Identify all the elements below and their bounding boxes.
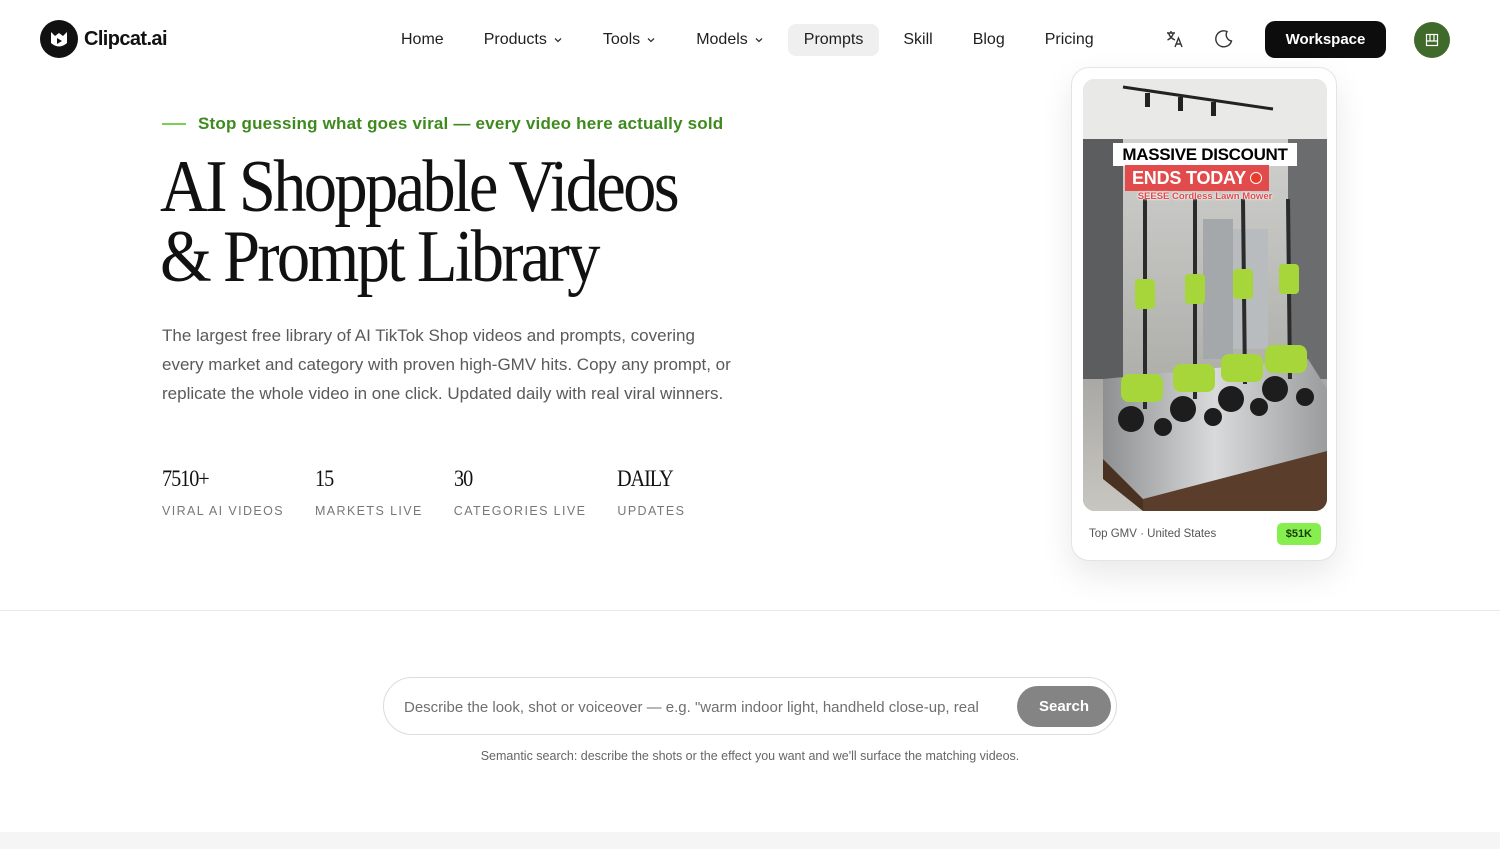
- main-menu: Home Products Tools Models Prompts Skill…: [385, 24, 1110, 56]
- chevron-down-icon: [755, 38, 763, 43]
- video-card-footer: Top GMV · United States $51K: [1089, 523, 1321, 545]
- stat-updates: DAILY UPDATES: [617, 466, 685, 518]
- search-button[interactable]: Search: [1017, 686, 1111, 727]
- brand-logo[interactable]: Clipcat.ai: [40, 20, 168, 58]
- search-hint: Semantic search: describe the shots or t…: [480, 749, 1020, 763]
- nav-item-pricing[interactable]: Pricing: [1029, 24, 1110, 56]
- nav-item-home[interactable]: Home: [385, 24, 460, 56]
- next-section-band: [0, 832, 1500, 849]
- stat-markets: 15 MARKETS LIVE: [315, 466, 423, 518]
- stats-row: 7510+ VIRAL AI VIDEOS 15 MARKETS LIVE 30…: [162, 466, 716, 518]
- nav-item-blog[interactable]: Blog: [957, 24, 1021, 56]
- video-caption: Top GMV · United States: [1089, 528, 1217, 540]
- overlay-urgency-text: ENDS TODAY: [1131, 167, 1247, 188]
- workspace-button[interactable]: Workspace: [1265, 21, 1386, 58]
- stat-label: VIRAL AI VIDEOS: [162, 504, 284, 518]
- nav-item-label: Prompts: [803, 31, 864, 48]
- hero-description: The largest free library of AI TikTok Sh…: [162, 326, 731, 403]
- nav-item-label: Products: [483, 31, 547, 48]
- nav-item-skill[interactable]: Skill: [887, 24, 948, 56]
- title-line-1: AI Shoppable Videos: [160, 146, 680, 228]
- gmv-badge: $51K: [1276, 523, 1321, 545]
- clipcat-logo-icon: [40, 20, 78, 58]
- video-overlay-product: SEESE Cordless Lawn Mower: [1137, 191, 1273, 202]
- nav-item-label: Tools: [602, 31, 641, 48]
- section-divider: [0, 610, 1500, 611]
- search-input[interactable]: [404, 695, 1009, 719]
- user-avatar[interactable]: [1414, 22, 1450, 58]
- nav-item-label: Home: [401, 31, 444, 48]
- eyebrow-accent-line: [162, 123, 186, 125]
- moon-icon[interactable]: [1213, 28, 1235, 50]
- stat-value: 15: [314, 466, 334, 491]
- stat-value: DAILY: [617, 466, 674, 491]
- user-initials-icon: [1425, 33, 1439, 47]
- brand-name: Clipcat.ai: [84, 27, 168, 50]
- nav-item-models[interactable]: Models: [680, 24, 780, 56]
- page-title: AI Shoppable Videos & Prompt Library: [160, 146, 736, 298]
- stat-label: UPDATES: [617, 504, 686, 518]
- stat-label: CATEGORIES LIVE: [453, 504, 587, 518]
- chevron-down-icon: [647, 38, 655, 43]
- chevron-down-icon: [554, 38, 562, 43]
- video-thumbnail[interactable]: MASSIVE DISCOUNT ENDS TODAY SEESE Cordle…: [1083, 79, 1327, 511]
- nav-item-label: Blog: [972, 31, 1005, 48]
- stat-viral-videos: 7510+ VIRAL AI VIDEOS: [162, 466, 284, 518]
- translate-icon[interactable]: [1164, 28, 1186, 50]
- stat-value: 30: [453, 466, 473, 491]
- video-overlay-urgency: ENDS TODAY: [1125, 165, 1269, 191]
- stat-label: MARKETS LIVE: [314, 504, 423, 518]
- featured-video-card[interactable]: MASSIVE DISCOUNT ENDS TODAY SEESE Cordle…: [1071, 67, 1337, 561]
- semantic-search-bar: Search: [383, 677, 1117, 735]
- stat-categories: 30 CATEGORIES LIVE: [454, 466, 587, 518]
- stat-value: 7510+: [162, 466, 210, 491]
- nav-item-label: Models: [696, 31, 748, 48]
- eyebrow-text: Stop guessing what goes viral — every vi…: [198, 114, 724, 133]
- tomato-emoji-icon: [1250, 172, 1263, 184]
- nav-item-prompts[interactable]: Prompts: [787, 24, 880, 56]
- nav-item-label: Skill: [903, 31, 933, 48]
- title-line-2: & Prompt Library: [160, 216, 600, 298]
- video-overlay-headline: MASSIVE DISCOUNT: [1113, 143, 1297, 166]
- nav-item-products[interactable]: Products: [468, 24, 579, 56]
- hero-eyebrow: Stop guessing what goes viral — every vi…: [162, 114, 723, 134]
- nav-item-tools[interactable]: Tools: [587, 24, 672, 56]
- nav-item-label: Pricing: [1044, 31, 1094, 48]
